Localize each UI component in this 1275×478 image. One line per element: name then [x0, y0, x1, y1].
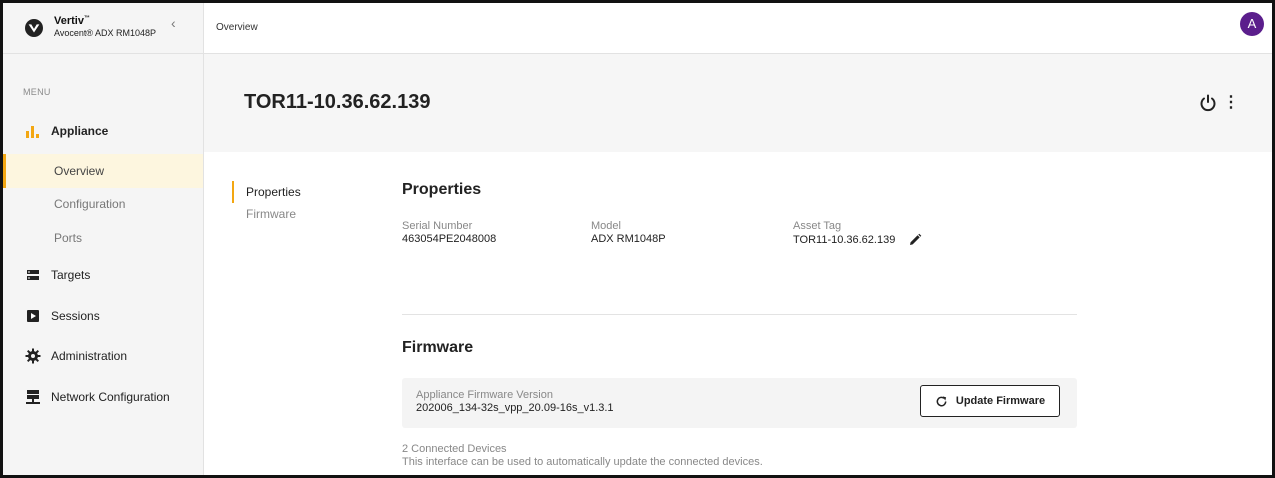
sidebar-item-label: Sessions — [51, 309, 100, 323]
sidebar-item-network-configuration[interactable]: Network Configuration — [3, 380, 203, 414]
sidebar-item-appliance[interactable]: Appliance — [3, 114, 203, 148]
server-icon — [27, 270, 39, 280]
firmware-card: Appliance Firmware Version 202006_134-32… — [402, 378, 1077, 428]
connected-count: 2 Connected Devices — [402, 443, 507, 455]
field-value: 463054PE2048008 — [402, 233, 497, 245]
sidebar: Vertiv™ Avocent® ADX RM1048P ‹ MENU Appl… — [3, 3, 204, 475]
sidebar-item-label: Configuration — [54, 197, 126, 211]
field-value: TOR11-10.36.62.139 — [793, 233, 896, 246]
sidebar-item-label: Ports — [54, 231, 83, 245]
sidebar-item-administration[interactable]: Administration — [3, 339, 203, 373]
sidebar-item-label: Administration — [51, 349, 128, 363]
more-options-icon[interactable]: ⋮ — [1223, 94, 1239, 112]
field-value-row: TOR11-10.36.62.139 — [793, 233, 922, 247]
section-nav-firmware[interactable]: Firmware — [232, 203, 301, 225]
asset-tag-field: Asset Tag TOR11-10.36.62.139 — [793, 220, 922, 247]
firmware-version-value: 202006_134-32s_vpp_20.09-16s_v1.3.1 — [416, 402, 614, 414]
menu-label: MENU — [23, 87, 51, 97]
play-box-icon — [27, 310, 39, 322]
app-window: Vertiv™ Avocent® ADX RM1048P ‹ MENU Appl… — [0, 0, 1275, 478]
field-label: Serial Number — [402, 220, 473, 232]
page-header: TOR11-10.36.62.139 ⋮ — [204, 54, 1272, 152]
section-nav: Properties Firmware — [232, 181, 301, 225]
sidebar-item-overview[interactable]: Overview — [3, 154, 203, 188]
gear-icon — [25, 348, 41, 364]
sidebar-item-label: Overview — [54, 164, 105, 178]
properties-title: Properties — [402, 181, 482, 198]
vertiv-logo-icon — [25, 19, 43, 37]
brand-header: Vertiv™ Avocent® ADX RM1048P ‹ — [3, 3, 203, 54]
breadcrumb[interactable]: Overview — [216, 22, 258, 33]
sidebar-item-configuration[interactable]: Configuration — [3, 187, 203, 221]
connected-devices-info: 2 Connected Devices This interface can b… — [402, 443, 763, 469]
sidebar-item-sessions[interactable]: Sessions — [3, 299, 203, 333]
sidebar-item-label: Targets — [51, 268, 91, 282]
network-icon — [26, 390, 40, 404]
product-name: Avocent® ADX RM1048P — [54, 28, 157, 38]
field-label: Asset Tag — [793, 220, 842, 232]
power-icon[interactable] — [1199, 94, 1217, 112]
update-firmware-label: Update Firmware — [955, 395, 1046, 407]
sidebar-item-ports[interactable]: Ports — [3, 221, 203, 255]
edit-pencil-icon[interactable] — [908, 233, 922, 247]
refresh-icon — [936, 395, 947, 406]
bar-chart-icon — [26, 126, 39, 138]
field-value: ADX RM1048P — [591, 233, 666, 245]
section-nav-properties[interactable]: Properties — [232, 181, 301, 203]
topbar: Overview A — [204, 3, 1272, 54]
model-field: Model ADX RM1048P — [591, 220, 666, 245]
avatar[interactable]: A — [1240, 12, 1264, 36]
page-title: TOR11-10.36.62.139 — [244, 91, 431, 113]
divider — [402, 314, 1077, 315]
firmware-version-label: Appliance Firmware Version — [416, 389, 553, 401]
field-label: Model — [591, 220, 621, 232]
firmware-title: Firmware — [402, 339, 474, 356]
brand-name: Vertiv™ — [54, 15, 90, 27]
update-firmware-button[interactable]: Update Firmware — [920, 385, 1060, 417]
collapse-sidebar-button[interactable]: ‹ — [171, 15, 176, 31]
serial-number-field: Serial Number 463054PE2048008 — [402, 220, 496, 245]
sidebar-item-label: Appliance — [51, 124, 109, 138]
sidebar-item-label: Network Configuration — [51, 390, 170, 404]
sidebar-item-targets[interactable]: Targets — [3, 258, 203, 292]
connected-description: This interface can be used to automatica… — [402, 456, 763, 468]
